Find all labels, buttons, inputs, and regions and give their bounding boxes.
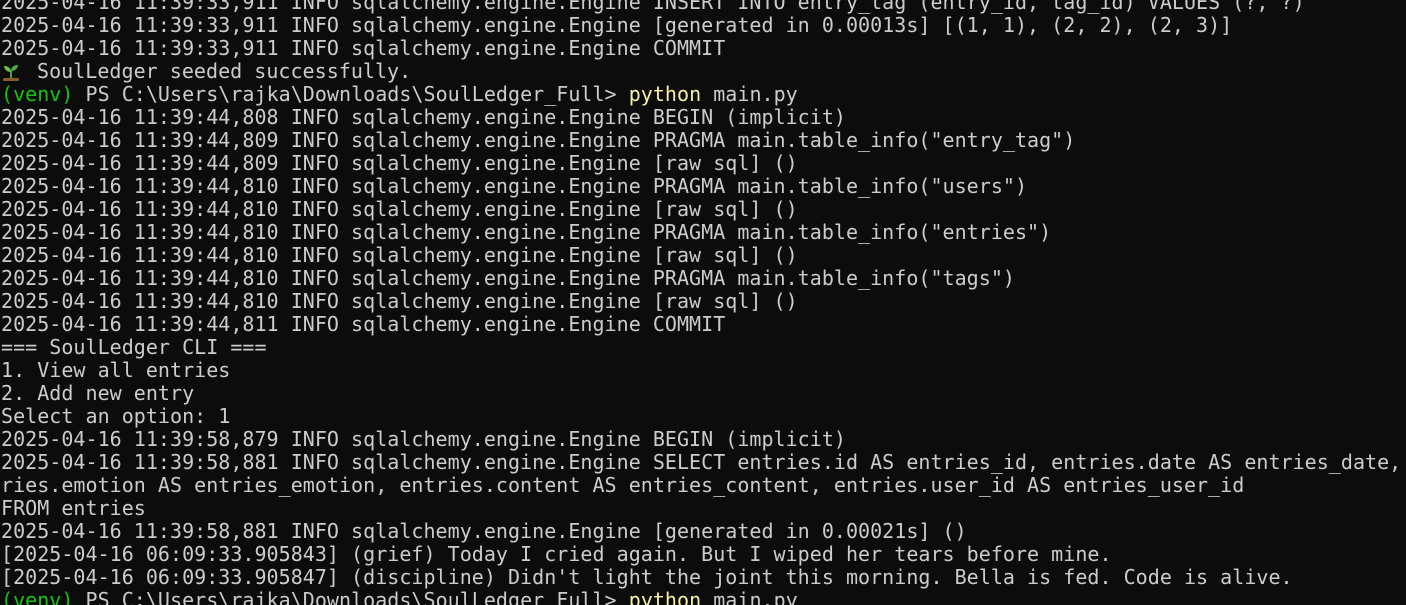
output-line: 2025-04-16 11:39:33,911 INFO sqlalchemy.…	[1, 14, 1406, 37]
line-text: 2025-04-16 11:39:44,809 INFO sqlalchemy.…	[1, 128, 1076, 152]
command-args: main.py	[701, 82, 798, 106]
output-line: 2025-04-16 11:39:58,881 INFO sqlalchemy.…	[1, 451, 1406, 474]
output-line: 2025-04-16 11:39:33,911 INFO sqlalchemy.…	[1, 37, 1406, 60]
output-line: [2025-04-16 06:09:33.905843] (grief) Tod…	[1, 543, 1406, 566]
prompt-path: PS C:\Users\rajka\Downloads\SoulLedger_F…	[73, 82, 629, 106]
line-text: 1. View all entries	[1, 358, 231, 382]
output-line: === SoulLedger CLI ===	[1, 336, 1406, 359]
output-line: 2025-04-16 11:39:44,810 INFO sqlalchemy.…	[1, 221, 1406, 244]
line-text: 2025-04-16 11:39:58,879 INFO sqlalchemy.…	[1, 427, 846, 451]
output-line: 2025-04-16 11:39:44,810 INFO sqlalchemy.…	[1, 175, 1406, 198]
command-args: main.py	[701, 588, 798, 605]
prompt-line: (venv) PS C:\Users\rajka\Downloads\SoulL…	[1, 83, 1406, 106]
line-text: 2025-04-16 11:39:33,911 INFO sqlalchemy.…	[1, 13, 1233, 37]
output-line: 2025-04-16 11:39:44,810 INFO sqlalchemy.…	[1, 244, 1406, 267]
venv-label: (venv)	[1, 588, 74, 605]
line-text: 2025-04-16 11:39:33,911 INFO sqlalchemy.…	[1, 36, 726, 60]
output-line: 2025-04-16 11:39:58,879 INFO sqlalchemy.…	[1, 428, 1406, 451]
line-text: 2025-04-16 11:39:44,809 INFO sqlalchemy.…	[1, 151, 798, 175]
prompt-path: PS C:\Users\rajka\Downloads\SoulLedger_F…	[73, 588, 629, 605]
line-text: FROM entries	[1, 496, 146, 520]
line-text: 2. Add new entry	[1, 381, 195, 405]
command-name: python	[628, 82, 702, 106]
line-text: ries.emotion AS entries_emotion, entries…	[1, 473, 1245, 497]
line-text: 2025-04-16 11:39:58,881 INFO sqlalchemy.…	[1, 450, 1402, 474]
line-text: 2025-04-16 11:39:44,808 INFO sqlalchemy.…	[1, 105, 846, 129]
output-line: 2025-04-16 11:39:44,811 INFO sqlalchemy.…	[1, 313, 1406, 336]
terminal-window[interactable]: 2025-04-16 11:39:33,911 INFO sqlalchemy.…	[0, 0, 1406, 605]
line-text: [2025-04-16 06:09:33.905843] (grief) Tod…	[1, 542, 1112, 566]
line-text: Select an option: 1	[1, 404, 231, 428]
output-line: 1. View all entries	[1, 359, 1406, 382]
output-line: 2025-04-16 11:39:44,810 INFO sqlalchemy.…	[1, 198, 1406, 221]
output-line: 2. Add new entry	[1, 382, 1406, 405]
output-line: 2025-04-16 11:39:44,810 INFO sqlalchemy.…	[1, 267, 1406, 290]
line-text: 2025-04-16 11:39:44,810 INFO sqlalchemy.…	[1, 266, 1015, 290]
prompt-line: (venv) PS C:\Users\rajka\Downloads\SoulL…	[1, 589, 1406, 605]
line-text: 2025-04-16 11:39:44,810 INFO sqlalchemy.…	[1, 289, 798, 313]
line-text: 2025-04-16 11:39:44,810 INFO sqlalchemy.…	[1, 243, 798, 267]
output-line: FROM entries	[1, 497, 1406, 520]
line-text: [2025-04-16 06:09:33.905847] (discipline…	[1, 565, 1293, 589]
output-line: SoulLedger seeded successfully.	[1, 60, 1406, 83]
output-line: 2025-04-16 11:39:33,911 INFO sqlalchemy.…	[1, 0, 1406, 14]
output-line: ries.emotion AS entries_emotion, entries…	[1, 474, 1406, 497]
output-line: 2025-04-16 11:39:44,808 INFO sqlalchemy.…	[1, 106, 1406, 129]
command-name: python	[628, 588, 702, 605]
line-text: 2025-04-16 11:39:44,810 INFO sqlalchemy.…	[1, 220, 1052, 244]
seedling-icon	[1, 61, 25, 84]
venv-label: (venv)	[1, 82, 74, 106]
line-text: SoulLedger seeded successfully.	[37, 59, 412, 83]
line-text: 2025-04-16 11:39:44,810 INFO sqlalchemy.…	[1, 174, 1028, 198]
output-line: 2025-04-16 11:39:44,809 INFO sqlalchemy.…	[1, 129, 1406, 152]
output-line: 2025-04-16 11:39:44,810 INFO sqlalchemy.…	[1, 290, 1406, 313]
terminal-output: 2025-04-16 11:39:33,911 INFO sqlalchemy.…	[1, 0, 1406, 605]
line-text: 2025-04-16 11:39:44,811 INFO sqlalchemy.…	[1, 312, 726, 336]
line-text: 2025-04-16 11:39:44,810 INFO sqlalchemy.…	[1, 197, 798, 221]
output-line: Select an option: 1	[1, 405, 1406, 428]
output-line: [2025-04-16 06:09:33.905847] (discipline…	[1, 566, 1406, 589]
line-text: 2025-04-16 11:39:33,911 INFO sqlalchemy.…	[1, 0, 1305, 14]
line-text: 2025-04-16 11:39:58,881 INFO sqlalchemy.…	[1, 519, 967, 543]
output-line: 2025-04-16 11:39:58,881 INFO sqlalchemy.…	[1, 520, 1406, 543]
line-text: === SoulLedger CLI ===	[1, 335, 267, 359]
output-line: 2025-04-16 11:39:44,809 INFO sqlalchemy.…	[1, 152, 1406, 175]
